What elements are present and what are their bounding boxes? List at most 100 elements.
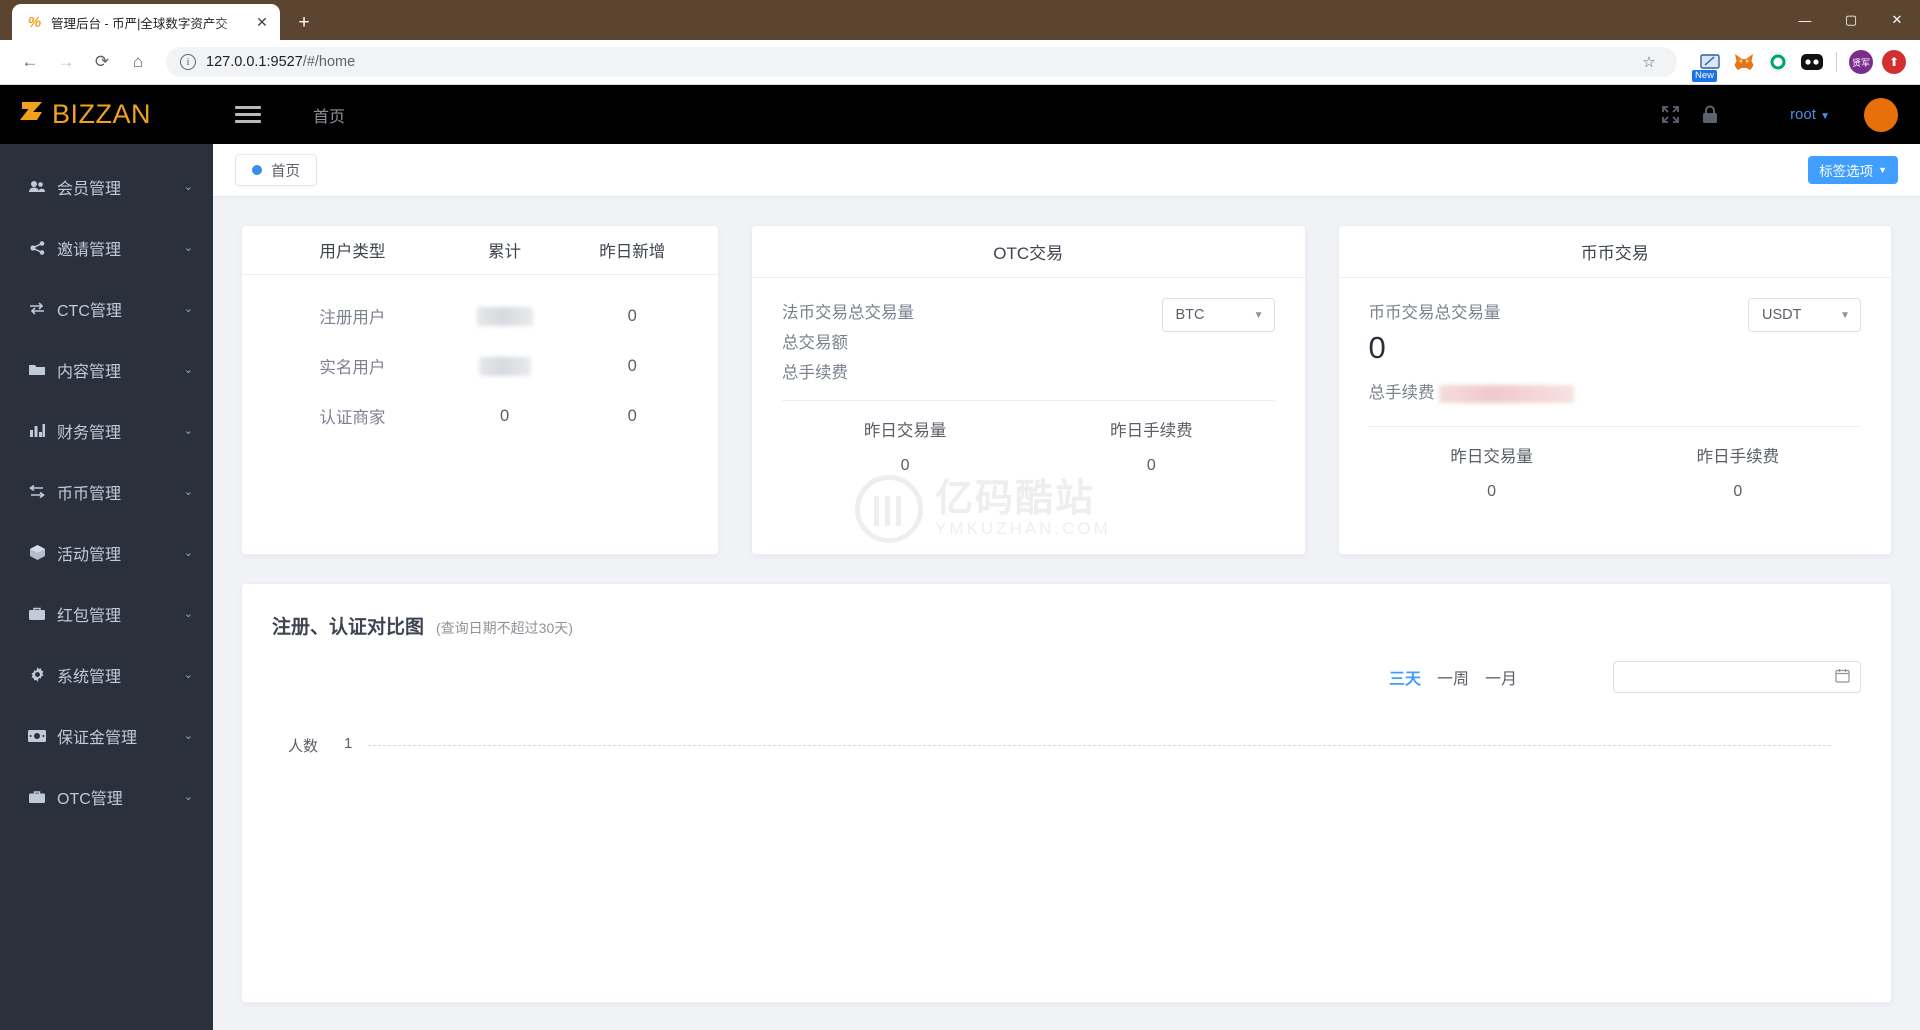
brand-name: BIZZAN <box>52 99 152 129</box>
sidebar-item-content[interactable]: 内容管理 ⌄ <box>0 339 213 400</box>
chart-gridline <box>368 745 1831 746</box>
otc-total-amount-label: 总交易额 <box>782 334 848 352</box>
address-bar[interactable]: i 127.0.0.1:9527/#/home ☆ <box>166 47 1677 77</box>
site-info-icon[interactable]: i <box>180 54 196 70</box>
summary-cards: 用户类型 累计 昨日新增 注册用户 0 实名用户 0 认证商家 0 0 OTC交… <box>241 225 1892 555</box>
fullscreen-icon[interactable] <box>1661 105 1680 124</box>
sidebar-item-system[interactable]: 系统管理 ⌄ <box>0 644 213 705</box>
otc-card-title: OTC交易 <box>752 226 1305 278</box>
period-one-week[interactable]: 一周 <box>1437 665 1469 689</box>
coin-currency-select[interactable]: USDT ▼ <box>1748 298 1861 332</box>
bookmark-star-icon[interactable]: ☆ <box>1635 48 1663 76</box>
new-tab-button[interactable]: + <box>290 8 318 36</box>
coin-yesterday-fee-value: 0 <box>1733 483 1743 500</box>
reload-icon[interactable]: ⟳ <box>86 46 118 78</box>
window-controls: — ▢ ✕ <box>1782 0 1920 40</box>
table-row: 认证商家 0 0 <box>242 391 718 441</box>
user-total-value <box>441 306 569 326</box>
coin-total-volume-label: 币币交易总交易量 <box>1368 304 1501 322</box>
home-icon[interactable]: ⌂ <box>122 46 154 78</box>
chevron-down-icon: ⌄ <box>183 181 193 193</box>
cube-icon <box>28 545 46 560</box>
bizzan-logo-icon: % <box>27 13 42 31</box>
close-icon[interactable]: ✕ <box>252 12 272 32</box>
browser-tab[interactable]: % 管理后台 - 币严|全球数字资产交 ✕ <box>12 4 280 40</box>
opera-extension-icon[interactable] <box>1765 50 1790 75</box>
chevron-down-icon: ⌄ <box>183 242 193 254</box>
sidebar-item-ctc[interactable]: CTC管理 ⌄ <box>0 278 213 339</box>
forward-icon[interactable]: → <box>50 46 82 78</box>
suitcase-icon <box>28 790 46 803</box>
profile-avatar-icon[interactable]: 贤军 <box>1849 50 1873 74</box>
redacted-value <box>476 306 533 326</box>
chart-controls: 三天 一周 一月 <box>272 661 1861 693</box>
coin-total-volume-value: 0 <box>1368 330 1386 365</box>
metamask-extension-icon[interactable] <box>1731 50 1756 75</box>
sidebar-item-member[interactable]: 会员管理 ⌄ <box>0 156 213 217</box>
url-path: /#/home <box>302 54 356 70</box>
brand-logo[interactable]: BIZZAN <box>0 85 213 144</box>
sidebar-item-activity[interactable]: 活动管理 ⌄ <box>0 522 213 583</box>
minimize-icon[interactable]: — <box>1782 0 1828 40</box>
otc-yesterday-volume: 昨日交易量 0 <box>782 417 1028 475</box>
breadcrumb[interactable]: 首页 <box>313 103 345 127</box>
address-bar-url: 127.0.0.1:9527/#/home <box>206 54 355 70</box>
otc-currency-select[interactable]: BTC ▼ <box>1161 298 1275 332</box>
otc-labels: 法币交易总交易量 总交易额 总手续费 <box>782 298 914 388</box>
lock-icon[interactable] <box>1702 105 1718 124</box>
sidebar-item-label: 红包管理 <box>57 607 122 625</box>
period-three-days[interactable]: 三天 <box>1389 665 1421 689</box>
sidebar-item-otc[interactable]: OTC管理 ⌄ <box>0 766 213 827</box>
coin-yesterday-volume-label: 昨日交易量 <box>1450 448 1533 466</box>
chevron-down-icon: ⌄ <box>183 303 193 315</box>
main-column: 首页 root ▼ 首页 标签选项 ▼ 用户类型 累计 昨日新增 注册用户 0 … <box>213 85 1920 1030</box>
sidebar-item-finance[interactable]: 财务管理 ⌄ <box>0 400 213 461</box>
sidebar-item-redpacket[interactable]: 红包管理 ⌄ <box>0 583 213 644</box>
coin-yesterday-fee: 昨日手续费 0 <box>1615 443 1861 501</box>
date-range-input[interactable] <box>1613 661 1861 693</box>
extension-bar: New 贤军 ⬆ <box>1689 50 1906 82</box>
avatar[interactable] <box>1864 97 1898 132</box>
chevron-down-icon: ⌄ <box>183 608 193 620</box>
coin-yesterday-volume: 昨日交易量 0 <box>1369 443 1615 501</box>
maximize-icon[interactable]: ▢ <box>1828 0 1874 40</box>
tab-title: 管理后台 - 币严|全球数字资产交 <box>51 16 228 31</box>
tag-options-button[interactable]: 标签选项 ▼ <box>1808 156 1898 184</box>
chevron-down-icon: ⌄ <box>183 669 193 681</box>
coin-volume-line: 币币交易总交易量 0 总手续费 USDT ▼ <box>1368 298 1861 408</box>
period-one-month[interactable]: 一月 <box>1485 665 1517 689</box>
upload-extension-icon[interactable]: ⬆ <box>1882 50 1906 74</box>
menu-icon[interactable] <box>235 106 261 123</box>
bar-chart-icon <box>28 424 46 437</box>
dark-reader-extension-icon[interactable] <box>1799 50 1824 75</box>
sidebar-item-label: 系统管理 <box>57 668 122 686</box>
otc-yesterday-volume-label: 昨日交易量 <box>863 422 947 440</box>
user-type-label: 认证商家 <box>319 409 386 427</box>
sidebar-item-label: 邀请管理 <box>57 241 122 259</box>
sidebar-item-invite[interactable]: 邀请管理 ⌄ <box>0 217 213 278</box>
sidebar-item-label: 财务管理 <box>57 424 122 442</box>
user-yesterday-value: 0 <box>627 356 637 375</box>
sidebar-item-label: 内容管理 <box>57 363 122 381</box>
registration-certification-chart: 人数 1 <box>272 715 1861 945</box>
chevron-down-icon: ▼ <box>1840 309 1850 321</box>
tag-home[interactable]: 首页 <box>235 154 317 186</box>
user-total-value: 0 <box>499 406 510 425</box>
user-name-label: root <box>1790 106 1816 123</box>
topbar-actions: root ▼ <box>1661 97 1898 132</box>
screenshot-extension-icon[interactable]: New <box>1692 50 1722 82</box>
toolbar-divider <box>1836 52 1837 72</box>
otc-total-volume-label: 法币交易总交易量 <box>782 304 914 322</box>
otc-total-fee-label: 总手续费 <box>782 364 848 382</box>
extension-new-badge: New <box>1692 69 1718 82</box>
sidebar-item-deposit[interactable]: 保证金管理 ⌄ <box>0 705 213 766</box>
user-menu[interactable]: root ▼ <box>1790 106 1830 123</box>
window-close-icon[interactable]: ✕ <box>1874 0 1920 40</box>
users-table-header: 用户类型 累计 昨日新增 <box>242 226 718 274</box>
bizzan-logo-icon <box>18 99 48 130</box>
sidebar-item-coin[interactable]: 币币管理 ⌄ <box>0 461 213 522</box>
chart-y-axis-label: 人数 <box>288 738 319 755</box>
back-icon[interactable]: ← <box>14 46 46 78</box>
chevron-down-icon: ⌄ <box>183 364 193 376</box>
page-content: 用户类型 累计 昨日新增 注册用户 0 实名用户 0 认证商家 0 0 OTC交… <box>213 197 1920 1030</box>
